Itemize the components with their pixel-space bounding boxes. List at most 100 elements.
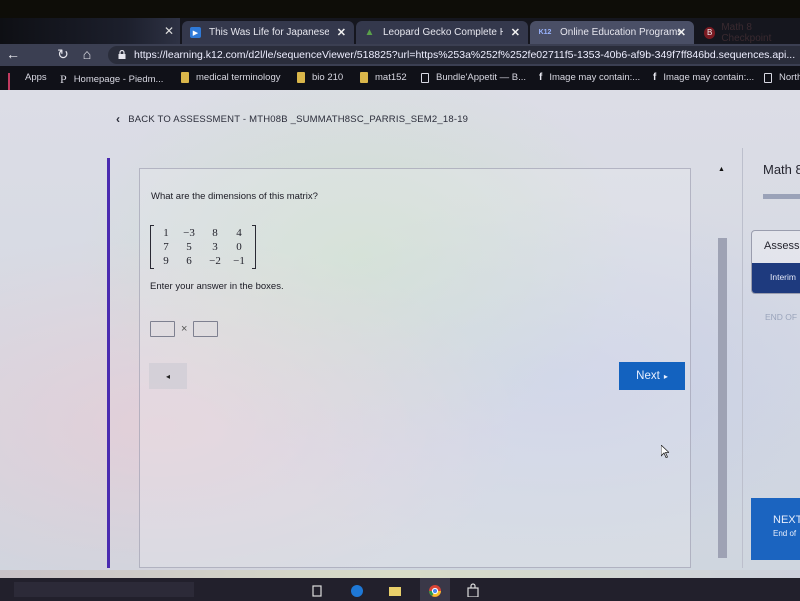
taskbar-search[interactable]: [14, 582, 194, 597]
tab-4[interactable]: B Math 8 Checkpoint: [698, 21, 800, 44]
mouse-cursor-icon: [661, 445, 669, 458]
tab-close-icon[interactable]: ✕: [677, 26, 686, 39]
matrix-cell: −2: [209, 255, 221, 267]
screen: ✕ ▶ This Was Life for Japanese-Am ✕ ▲ Le…: [0, 0, 800, 601]
accent-bar: [107, 158, 110, 568]
panel-divider: [742, 148, 743, 568]
bookmark-mat152[interactable]: mat152: [360, 72, 407, 83]
matrix-right-bracket: [252, 225, 256, 269]
side-card-label: Assessment: [764, 240, 800, 252]
bookmark-label: Image may contain:...: [549, 72, 641, 83]
taskbar: [0, 578, 800, 601]
side-progress-bar: [763, 194, 800, 199]
side-next-title: NEXT: [773, 514, 800, 526]
side-assessment-card[interactable]: Assessment Interim: [751, 230, 800, 294]
browser-toolbar: ← ↻ ⌂ https://learning.k12.com/d2l/le/se…: [0, 44, 800, 66]
chevron-left-icon: ‹: [116, 112, 121, 126]
bookmark-label: Apps: [25, 72, 47, 83]
home-icon[interactable]: ⌂: [78, 46, 96, 62]
folder-icon: [181, 72, 189, 83]
bookmark-medical-terminology[interactable]: medical terminology: [181, 72, 280, 83]
matrix-cell: −1: [233, 255, 245, 267]
tab-0[interactable]: ✕: [0, 18, 180, 44]
answer-inputs: ×: [150, 321, 219, 337]
side-end-label: END OF: [765, 312, 798, 322]
side-panel-title: Math 8: [763, 162, 800, 177]
folder-icon: [297, 72, 305, 83]
tab-label: Math 8 Checkpoint: [721, 21, 772, 44]
checkpoint-icon: B: [704, 26, 716, 39]
monitor-bezel: [0, 0, 800, 18]
scrollbar[interactable]: [718, 238, 727, 558]
matrix-cell: −3: [183, 227, 195, 239]
gecko-icon: ▲: [364, 27, 375, 38]
page-icon: [764, 72, 772, 83]
back-to-assessment-link[interactable]: ‹ BACK TO ASSESSMENT - MTH08B _SUMMATH8S…: [116, 112, 468, 126]
previous-button[interactable]: ◂: [149, 363, 187, 389]
bookmark-image-may-contain-1[interactable]: f Image may contain:...: [539, 72, 640, 83]
rows-input[interactable]: [150, 321, 175, 337]
tab-close-icon[interactable]: ✕: [337, 26, 346, 39]
back-link-label: BACK TO ASSESSMENT - MTH08B _SUMMATH8SC_…: [128, 113, 469, 125]
file-explorer-icon[interactable]: [388, 583, 402, 597]
task-view-icon[interactable]: [310, 583, 324, 597]
reload-icon[interactable]: ↻: [54, 46, 72, 63]
matrix: 1 −3 8 4 7 5 3 0 9 6 −2 −1: [150, 225, 256, 269]
bookmark-homepage[interactable]: P Homepage - Piedm...: [60, 72, 163, 87]
bookmark-bio-210[interactable]: bio 210: [297, 72, 343, 83]
bookmark-label: Homepage - Piedm...: [73, 74, 164, 85]
bookmark-label: medical terminology: [196, 72, 281, 83]
matrix-cell: 6: [186, 255, 192, 267]
side-card-tag: Interim: [752, 263, 800, 293]
previous-arrow-icon: ◂: [165, 371, 170, 381]
bookmark-label: Bundle'Appetit — B...: [436, 72, 527, 83]
chrome-icon[interactable]: [428, 583, 442, 597]
question-card: What are the dimensions of this matrix? …: [139, 168, 691, 568]
matrix-cell: 7: [163, 241, 169, 253]
url-text: https://learning.k12.com/d2l/le/sequence…: [134, 49, 796, 61]
tab-3[interactable]: K12 Online Education Programs & ✕: [530, 21, 694, 44]
page-content: ‹ BACK TO ASSESSMENT - MTH08B _SUMMATH8S…: [0, 90, 800, 570]
back-arrow-icon[interactable]: ←: [4, 46, 22, 62]
bookmark-label: North: [779, 72, 800, 83]
matrix-cell: 3: [212, 241, 218, 253]
matrix-cell: 0: [236, 241, 242, 253]
next-button-label: Next: [636, 370, 660, 382]
tab-2[interactable]: ▲ Leopard Gecko Complete Hab ✕: [356, 21, 528, 44]
matrix-cell: 8: [212, 227, 218, 239]
edge-icon[interactable]: [350, 583, 364, 597]
address-bar[interactable]: https://learning.k12.com/d2l/le/sequence…: [108, 46, 800, 64]
folder-icon: [360, 72, 368, 83]
side-next-subtitle: End of: [773, 529, 797, 538]
k12-icon: K12: [538, 29, 552, 36]
tab-label: Online Education Programs &: [560, 27, 680, 38]
bookmark-image-may-contain-2[interactable]: f Image may contain:...: [653, 72, 754, 83]
scroll-up-icon[interactable]: ▲: [718, 166, 725, 173]
question-text: What are the dimensions of this matrix?: [151, 191, 318, 202]
matrix-cell: 4: [236, 227, 242, 239]
lock-icon: [118, 50, 126, 59]
times-symbol: ×: [181, 323, 188, 335]
bookmarks-bar: Apps P Homepage - Piedm... medical termi…: [0, 66, 800, 91]
youtube-icon: ▶: [190, 27, 201, 38]
next-arrow-icon: ▸: [663, 371, 668, 381]
tab-close-icon[interactable]: ✕: [164, 24, 174, 38]
tab-1[interactable]: ▶ This Was Life for Japanese-Am ✕: [182, 21, 354, 44]
columns-input[interactable]: [193, 321, 219, 337]
bookmark-apps[interactable]: Apps: [8, 72, 47, 91]
facebook-icon: f: [653, 72, 657, 83]
tab-close-icon[interactable]: ✕: [511, 26, 520, 39]
apps-icon: [8, 72, 18, 91]
bookmark-north[interactable]: North: [764, 72, 800, 83]
matrix-cell: 1: [163, 227, 169, 239]
piedmont-icon: P: [60, 72, 67, 86]
matrix-cell: 9: [163, 255, 169, 267]
side-next-button[interactable]: NEXT End of: [751, 498, 800, 560]
facebook-icon: f: [539, 72, 543, 83]
next-button[interactable]: Next ▸: [619, 362, 685, 390]
bookmark-bundle-appetit[interactable]: Bundle'Appetit — B...: [421, 72, 526, 83]
screen-bottom-edge: [0, 570, 800, 578]
page-icon: [421, 72, 429, 83]
bookmark-label: bio 210: [312, 72, 344, 83]
store-icon[interactable]: [466, 583, 480, 597]
